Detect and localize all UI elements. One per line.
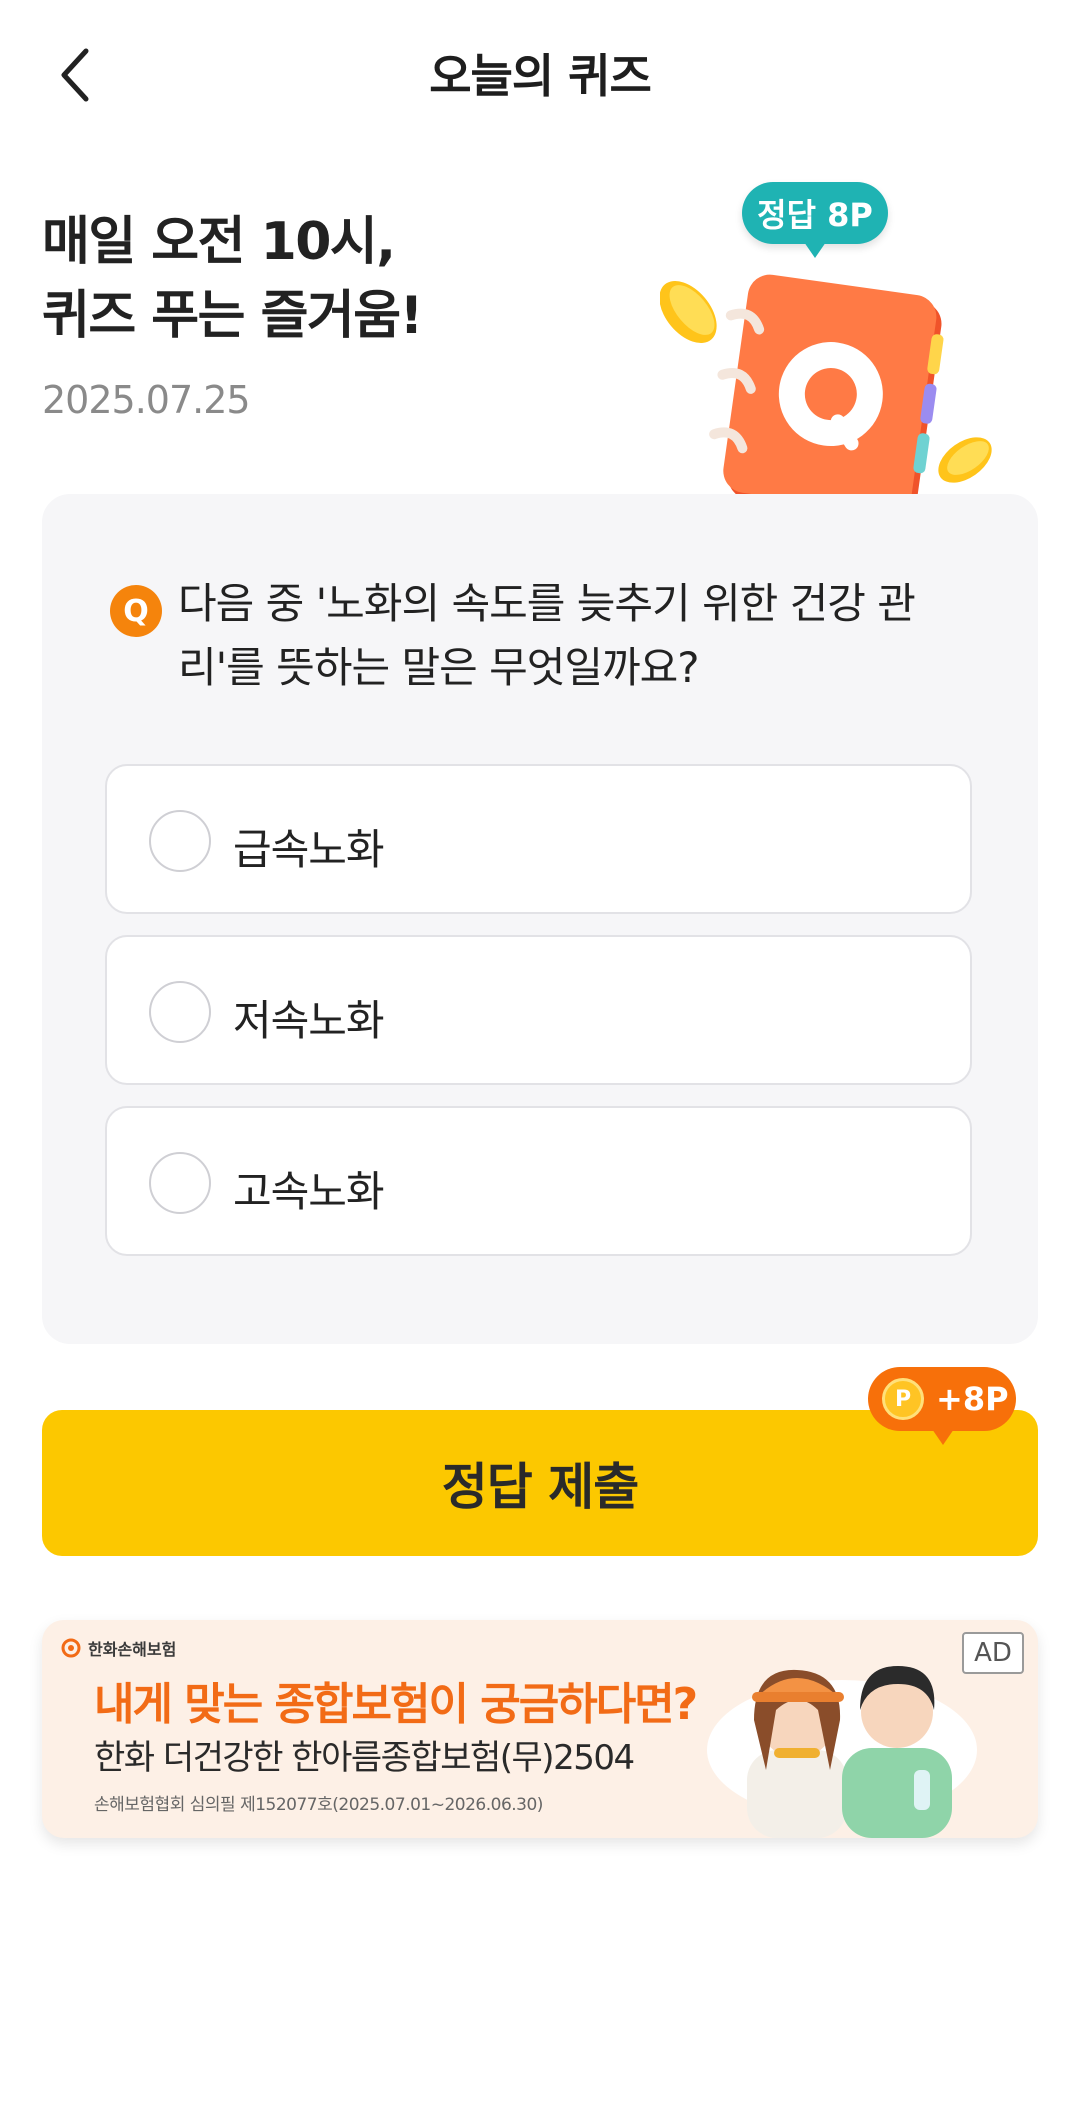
point-badge: P +8P bbox=[868, 1367, 1016, 1445]
submit-button[interactable]: 정답 제출 bbox=[42, 1410, 1038, 1556]
ad-people-illustration bbox=[707, 1666, 977, 1838]
ad-brand-name: 한화손해보험 bbox=[88, 1640, 177, 1659]
quiz-question: 다음 중 '노화의 속도를 늦추기 위한 건강 관리'를 뜻하는 말은 무엇일까… bbox=[178, 579, 916, 692]
q-marker-icon: Q bbox=[110, 585, 162, 637]
option-2[interactable]: 저속노화 bbox=[105, 935, 972, 1085]
radio-button[interactable] bbox=[149, 1152, 211, 1214]
hero-title: 매일 오전 10시, 퀴즈 푸는 즐거움! bbox=[42, 205, 423, 353]
radio-button[interactable] bbox=[149, 810, 211, 872]
ad-headline: 내게 맞는 종합보험이 궁금하다면? bbox=[94, 1679, 698, 1730]
ad-fine-print: 손해보험협회 심의필 제152077호(2025.07.01~2026.06.3… bbox=[94, 1795, 543, 1815]
coin-icon: P bbox=[882, 1378, 924, 1420]
ad-banner[interactable]: 한화손해보험 내게 맞는 종합보험이 궁금하다면? 한화 더건강한 한아름종합보… bbox=[42, 1620, 1038, 1838]
reward-badge: 정답 8P bbox=[742, 182, 888, 258]
option-1[interactable]: 급속노화 bbox=[105, 764, 972, 914]
option-label: 저속노화 bbox=[233, 996, 385, 1045]
brand-logo-icon bbox=[61, 1638, 81, 1658]
hero-title-line1: 매일 오전 10시, bbox=[42, 212, 396, 272]
hero-title-line2: 퀴즈 푸는 즐거움! bbox=[42, 286, 423, 346]
quiz-date: 2025.07.25 bbox=[42, 378, 251, 422]
option-3[interactable]: 고속노화 bbox=[105, 1106, 972, 1256]
ad-tag: AD bbox=[962, 1632, 1024, 1674]
point-badge-label: +8P bbox=[936, 1380, 1009, 1418]
app-header: 오늘의 퀴즈 bbox=[0, 0, 1080, 150]
ad-subline: 한화 더건강한 한아름종합보험(무)2504 bbox=[94, 1738, 635, 1778]
ad-brand: 한화손해보험 bbox=[60, 1636, 176, 1660]
option-label: 고속노화 bbox=[233, 1167, 385, 1216]
radio-button[interactable] bbox=[149, 981, 211, 1043]
option-label: 급속노화 bbox=[233, 825, 385, 874]
page-title: 오늘의 퀴즈 bbox=[429, 49, 652, 103]
